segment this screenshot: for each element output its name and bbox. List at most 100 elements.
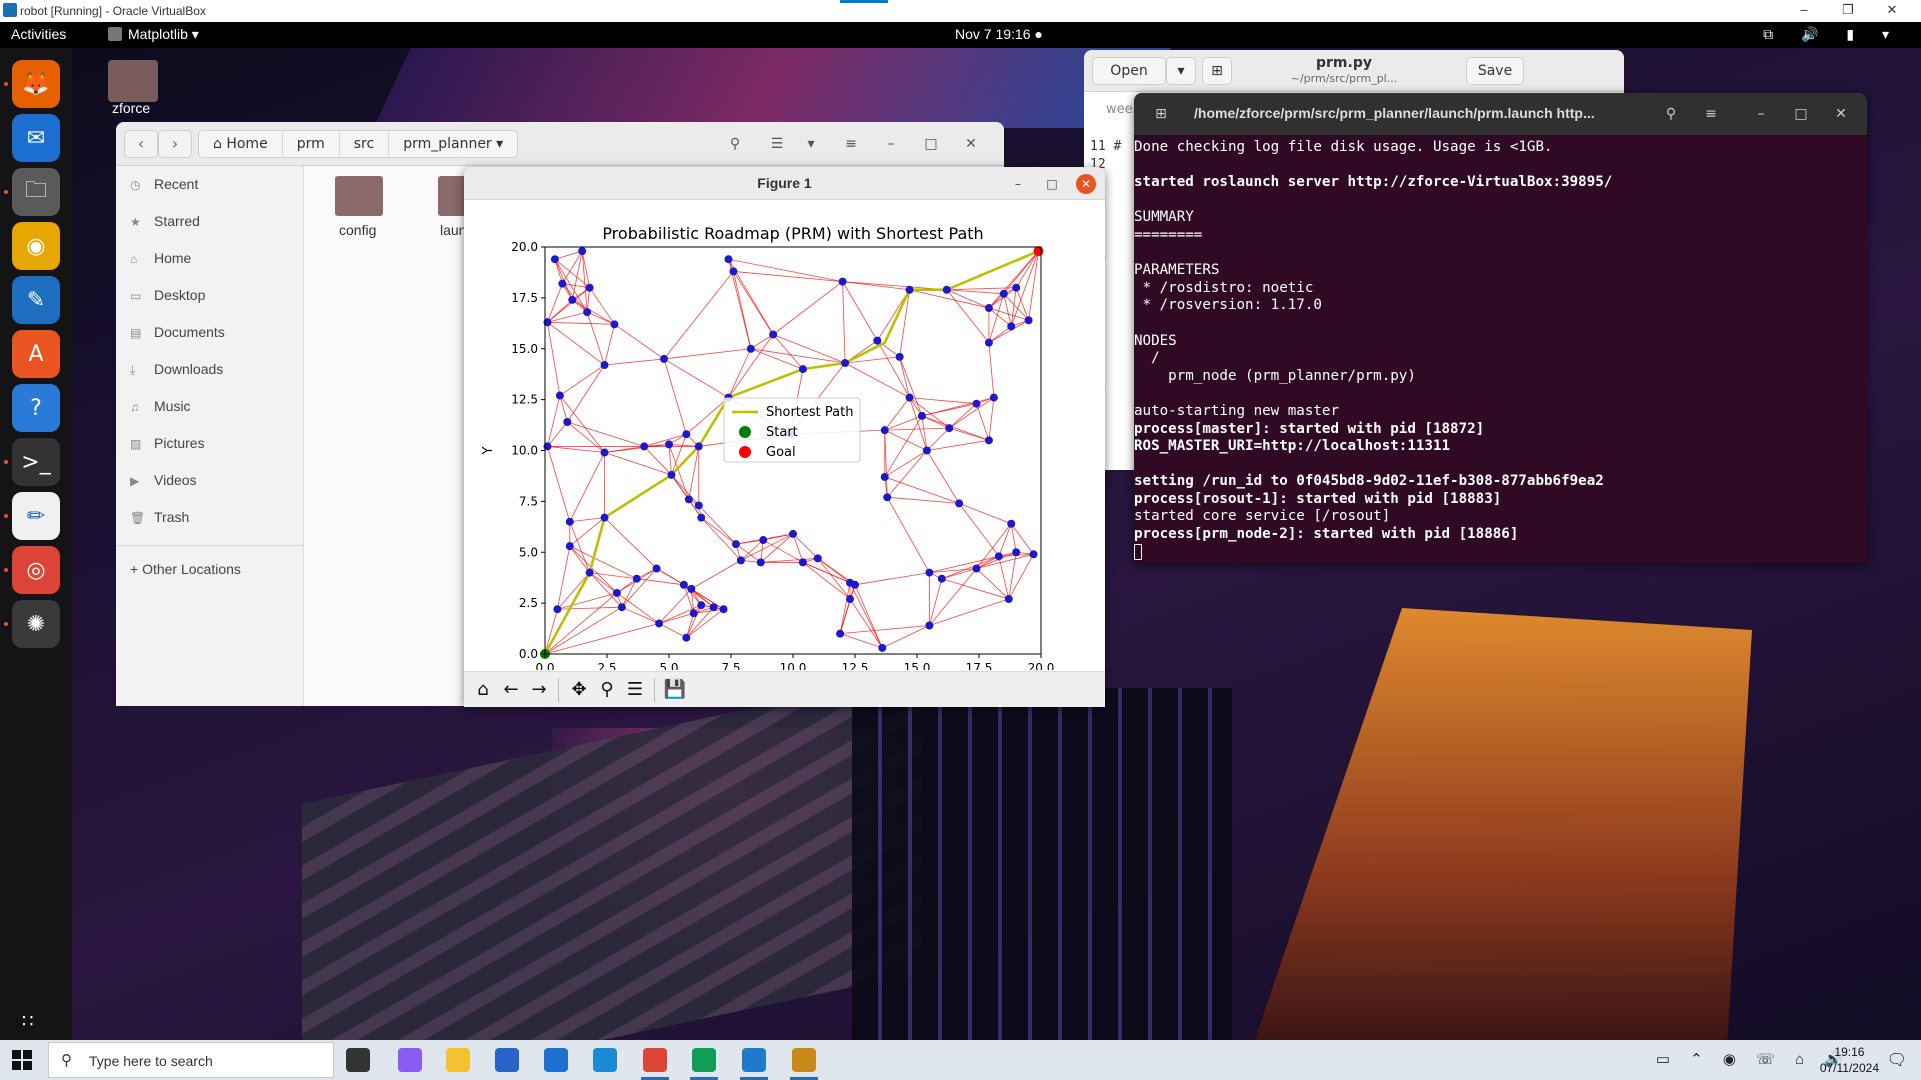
main-menu-icon[interactable]: ≡ [834, 130, 868, 158]
text-editor-icon[interactable]: ✏ [12, 492, 60, 540]
vbox-close-button[interactable]: ✕ [1876, 0, 1908, 22]
app-menu[interactable]: Matplotlib ▾ [108, 26, 199, 43]
terminal-window: ⊞ /home/zforce/prm/src/prm_planner/launc… [1134, 93, 1867, 563]
edge-icon[interactable] [593, 1048, 617, 1072]
files-icon[interactable]: 🗀 [12, 168, 60, 216]
notifications-icon[interactable]: 🗨 [1887, 1050, 1907, 1070]
activities-button[interactable]: Activities [11, 26, 66, 42]
save-figure-icon[interactable]: 💾 [662, 678, 688, 702]
writer-icon[interactable]: ✎ [12, 276, 60, 324]
folder-launch-label[interactable]: laun [440, 222, 466, 238]
terminal-new-tab-icon[interactable]: ⊞ [1144, 100, 1178, 128]
configure-subplots-icon[interactable]: ☰ [622, 678, 648, 702]
matplotlib-icon[interactable]: ✺ [12, 600, 60, 648]
editor-tab-label[interactable]: wee [1106, 102, 1133, 117]
roadmap-node [610, 320, 619, 329]
sidebar-item-home[interactable]: ⌂ Home [130, 250, 191, 274]
terminal-menu-icon[interactable]: ≡ [1694, 100, 1728, 128]
sidebar-item-recent[interactable]: ◷ Recent [130, 176, 198, 200]
save-button[interactable]: Save [1466, 57, 1524, 85]
sidebar-item-downloads[interactable]: ⤓ Downloads [130, 361, 223, 385]
breadcrumb-src[interactable]: src [340, 131, 390, 157]
store-icon[interactable] [495, 1048, 519, 1072]
view-options-icon[interactable]: ▾ [794, 130, 828, 158]
sidebar-item-documents[interactable]: ▤ Documents [130, 324, 225, 348]
file-explorer-icon[interactable] [446, 1048, 470, 1072]
sidebar-item-other-locations[interactable]: + Other Locations [130, 561, 241, 585]
terminal-prompt[interactable] [1134, 543, 1867, 563]
sidebar-item-pictures[interactable]: ▨ Pictures [130, 435, 205, 459]
windows-start-icon[interactable] [12, 1050, 32, 1070]
figure-window: Figure 1 – □ ✕ Probabilistic Roadmap (PR… [464, 167, 1105, 707]
vbox-minimize-button[interactable]: – [1788, 0, 1820, 22]
copilot-icon[interactable] [398, 1048, 422, 1072]
chrome-profile-icon[interactable] [692, 1048, 716, 1072]
sidebar-item-label: Videos [154, 472, 197, 488]
taskbar-clock[interactable]: 19:16 07/11/2024 [1820, 1044, 1879, 1076]
vbox-restore-button[interactable]: ❐ [1832, 0, 1864, 22]
terminal-maximize-button[interactable]: □ [1784, 100, 1818, 128]
chrome-task-icon[interactable] [643, 1048, 667, 1072]
back-view-icon[interactable]: ← [498, 678, 524, 702]
zoom-icon[interactable]: ⚲ [594, 678, 620, 702]
sidebar-item-starred[interactable]: ★ Starred [130, 213, 200, 237]
files-minimize-button[interactable]: – [874, 130, 908, 158]
folder-config-icon[interactable] [335, 176, 383, 216]
rhythmbox-icon[interactable]: ◉ [12, 222, 60, 270]
help-icon[interactable]: ? [12, 384, 60, 432]
figure-close-button[interactable]: ✕ [1076, 174, 1096, 194]
sidebar-item-trash[interactable]: 🗑 Trash [130, 509, 189, 533]
sidebar-item-videos[interactable]: ▶ Videos [130, 472, 197, 496]
home-folder-icon[interactable] [108, 60, 158, 102]
terminal-close-button[interactable]: ✕ [1824, 100, 1858, 128]
open-button[interactable]: Open [1092, 57, 1166, 85]
system-status-icons[interactable]: ⧉ 🔊 ▮ ▾ [1763, 26, 1901, 43]
sidebar-item-desktop[interactable]: ▭ Desktop [130, 287, 205, 311]
home-view-icon[interactable]: ⌂ [470, 678, 496, 702]
terminal-minimize-button[interactable]: – [1744, 100, 1778, 128]
vscode-icon[interactable] [742, 1048, 766, 1072]
breadcrumb-prm-planner[interactable]: prm_planner ▾ [389, 131, 517, 157]
virtualbox-icon[interactable] [792, 1048, 816, 1072]
sidebar-item-music[interactable]: ♫ Music [130, 398, 191, 422]
task-view-icon[interactable] [346, 1048, 370, 1072]
terminal-output[interactable]: Done checking log file disk usage. Usage… [1134, 135, 1867, 563]
clock[interactable]: Nov 7 19:16 ● [955, 26, 1043, 42]
folder-config-label[interactable]: config [339, 222, 376, 238]
breadcrumb-home[interactable]: ⌂ Home [199, 131, 283, 157]
roadmap-node [665, 440, 673, 449]
search-icon[interactable]: ⚲ [718, 130, 752, 158]
y-tick-label: 17.5 [511, 291, 538, 305]
show-apps-icon[interactable]: ∷ [22, 1011, 35, 1032]
forward-button[interactable]: › [158, 130, 192, 158]
new-tab-icon[interactable]: ⊞ [1202, 57, 1232, 85]
roadmap-node [568, 295, 577, 304]
forward-view-icon[interactable]: → [526, 678, 552, 702]
terminal-icon[interactable]: >_ [12, 438, 60, 486]
terminal-search-icon[interactable]: ⚲ [1654, 100, 1688, 128]
software-icon[interactable]: A [12, 330, 60, 378]
files-maximize-button[interactable]: □ [914, 130, 948, 158]
figure-maximize-button[interactable]: □ [1042, 174, 1062, 194]
roadmap-node [682, 633, 691, 642]
pan-icon[interactable]: ✥ [566, 678, 592, 702]
home-folder-label[interactable]: zforce [112, 100, 150, 116]
figure-minimize-button[interactable]: – [1008, 174, 1028, 194]
mail-icon[interactable] [544, 1048, 568, 1072]
desktop-icon: ▭ [130, 289, 142, 303]
y-tick-label: 2.5 [519, 596, 538, 610]
files-close-button[interactable]: ✕ [954, 130, 988, 158]
firefox-icon[interactable]: 🦊 [12, 60, 60, 108]
view-list-icon[interactable]: ☰ [760, 130, 794, 158]
roadmap-node [697, 601, 706, 610]
open-menu-button[interactable]: ▾ [1166, 57, 1196, 85]
prm-chart[interactable]: Probabilistic Roadmap (PRM) with Shortes… [464, 200, 1105, 670]
roadmap-node [925, 568, 934, 577]
back-button[interactable]: ‹ [124, 130, 158, 158]
chrome-icon[interactable]: ◎ [12, 546, 60, 594]
breadcrumb-prm[interactable]: prm [283, 131, 340, 157]
thunderbird-icon[interactable]: ✉ [12, 114, 60, 162]
taskbar-search-input[interactable]: ⚲ Type here to search [48, 1042, 334, 1078]
